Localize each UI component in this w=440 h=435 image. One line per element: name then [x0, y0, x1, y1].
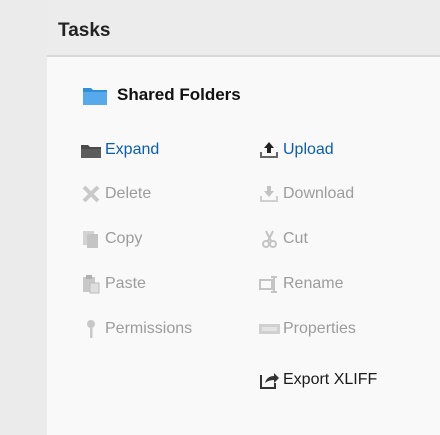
- export-icon: [258, 369, 280, 391]
- copy-label: Copy: [105, 230, 143, 247]
- folder-icon: [82, 84, 108, 106]
- paste-icon: [80, 273, 102, 295]
- export-xliff-label: Export XLIFF: [283, 371, 378, 388]
- panel-header: Tasks: [47, 0, 440, 57]
- delete-label: Delete: [105, 185, 152, 202]
- expand-label: Expand: [105, 141, 160, 158]
- rename-label: Rename: [283, 275, 344, 292]
- folder-dark-icon: [80, 139, 102, 161]
- shared-folders-label: Shared Folders: [117, 85, 241, 104]
- delete-icon: [80, 183, 102, 205]
- rename-icon: [258, 273, 280, 295]
- cut-label: Cut: [283, 230, 308, 247]
- paste-label: Paste: [105, 275, 146, 292]
- tasks-panel: Tasks: [47, 0, 440, 435]
- properties-icon: [258, 318, 280, 340]
- upload-icon: [258, 139, 280, 161]
- copy-icon: [80, 228, 102, 250]
- properties-label: Properties: [283, 320, 356, 337]
- key-icon: [80, 318, 102, 340]
- download-icon: [258, 183, 280, 205]
- panel-title: Tasks: [58, 20, 111, 41]
- download-label: Download: [283, 185, 355, 202]
- upload-label: Upload: [283, 141, 334, 158]
- permissions-label: Permissions: [105, 320, 193, 337]
- scissors-icon: [258, 228, 280, 250]
